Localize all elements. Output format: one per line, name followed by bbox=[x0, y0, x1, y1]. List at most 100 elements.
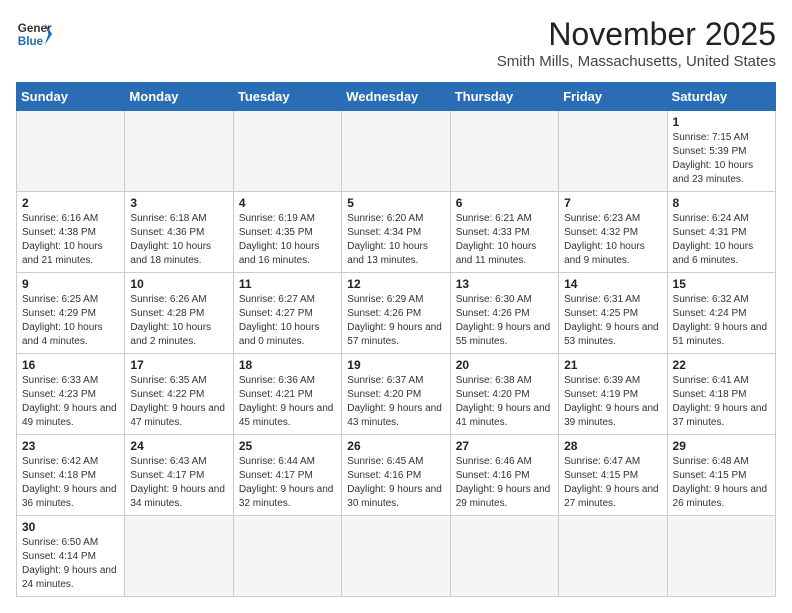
day-number: 16 bbox=[22, 358, 119, 372]
day-info: Sunrise: 7:15 AM Sunset: 5:39 PM Dayligh… bbox=[673, 131, 770, 187]
day-number: 26 bbox=[347, 439, 444, 453]
day-info: Sunrise: 6:25 AM Sunset: 4:29 PM Dayligh… bbox=[22, 293, 119, 349]
day-info: Sunrise: 6:31 AM Sunset: 4:25 PM Dayligh… bbox=[564, 293, 661, 349]
calendar-day-cell bbox=[342, 516, 450, 597]
calendar-day-cell: 26Sunrise: 6:45 AM Sunset: 4:16 PM Dayli… bbox=[342, 435, 450, 516]
day-number: 2 bbox=[22, 196, 119, 210]
day-number: 5 bbox=[347, 196, 444, 210]
calendar-day-cell: 13Sunrise: 6:30 AM Sunset: 4:26 PM Dayli… bbox=[450, 273, 558, 354]
calendar-week-row: 1 Sunrise: 7:15 AM Sunset: 5:39 PM Daylig… bbox=[17, 111, 776, 192]
day-info: Sunrise: 6:23 AM Sunset: 4:32 PM Dayligh… bbox=[564, 212, 661, 268]
day-info: Sunrise: 6:47 AM Sunset: 4:15 PM Dayligh… bbox=[564, 455, 661, 511]
calendar-week-row: 2 Sunrise: 6:16 AM Sunset: 4:38 PM Daylig… bbox=[17, 192, 776, 273]
weekday-header-monday: Monday bbox=[125, 83, 233, 111]
calendar-day-cell bbox=[125, 516, 233, 597]
calendar-day-cell: 28 Sunrise: 6:47 AM Sunset: 4:15 PM Dayli… bbox=[559, 435, 667, 516]
logo-icon: General Blue bbox=[16, 16, 52, 52]
calendar-day-cell bbox=[17, 111, 125, 192]
day-info: Sunrise: 6:35 AM Sunset: 4:22 PM Dayligh… bbox=[130, 374, 227, 430]
day-number: 20 bbox=[456, 358, 553, 372]
calendar-day-cell: 10 Sunrise: 6:26 AM Sunset: 4:28 PM Dayli… bbox=[125, 273, 233, 354]
calendar-day-cell: 11 Sunrise: 6:27 AM Sunset: 4:27 PM Dayli… bbox=[233, 273, 341, 354]
day-info: Sunrise: 6:32 AM Sunset: 4:24 PM Dayligh… bbox=[673, 293, 770, 349]
calendar-day-cell: 7 Sunrise: 6:23 AM Sunset: 4:32 PM Daylig… bbox=[559, 192, 667, 273]
calendar-day-cell bbox=[559, 516, 667, 597]
day-info: Sunrise: 6:27 AM Sunset: 4:27 PM Dayligh… bbox=[239, 293, 336, 349]
calendar-day-cell: 4Sunrise: 6:19 AM Sunset: 4:35 PM Daylig… bbox=[233, 192, 341, 273]
day-number: 7 bbox=[564, 196, 661, 210]
day-number: 9 bbox=[22, 277, 119, 291]
day-info: Sunrise: 6:39 AM Sunset: 4:19 PM Dayligh… bbox=[564, 374, 661, 430]
day-info: Sunrise: 6:16 AM Sunset: 4:38 PM Dayligh… bbox=[22, 212, 119, 268]
calendar-day-cell: 18Sunrise: 6:36 AM Sunset: 4:21 PM Dayli… bbox=[233, 354, 341, 435]
calendar-day-cell bbox=[342, 111, 450, 192]
day-number: 8 bbox=[673, 196, 770, 210]
calendar-day-cell: 24 Sunrise: 6:43 AM Sunset: 4:17 PM Dayli… bbox=[125, 435, 233, 516]
day-info: Sunrise: 6:38 AM Sunset: 4:20 PM Dayligh… bbox=[456, 374, 553, 430]
day-info: Sunrise: 6:24 AM Sunset: 4:31 PM Dayligh… bbox=[673, 212, 770, 268]
day-info: Sunrise: 6:41 AM Sunset: 4:18 PM Dayligh… bbox=[673, 374, 770, 430]
day-number: 28 bbox=[564, 439, 661, 453]
weekday-header-friday: Friday bbox=[559, 83, 667, 111]
day-number: 25 bbox=[239, 439, 336, 453]
calendar-day-cell: 17 Sunrise: 6:35 AM Sunset: 4:22 PM Dayli… bbox=[125, 354, 233, 435]
calendar-day-cell: 5 Sunrise: 6:20 AM Sunset: 4:34 PM Daylig… bbox=[342, 192, 450, 273]
svg-text:Blue: Blue bbox=[18, 35, 44, 48]
calendar-day-cell bbox=[233, 111, 341, 192]
day-info: Sunrise: 6:26 AM Sunset: 4:28 PM Dayligh… bbox=[130, 293, 227, 349]
calendar-day-cell bbox=[450, 111, 558, 192]
day-number: 19 bbox=[347, 358, 444, 372]
day-info: Sunrise: 6:50 AM Sunset: 4:14 PM Dayligh… bbox=[22, 536, 119, 592]
calendar-day-cell bbox=[125, 111, 233, 192]
weekday-header-row: SundayMondayTuesdayWednesdayThursdayFrid… bbox=[17, 83, 776, 111]
calendar-day-cell: 6 Sunrise: 6:21 AM Sunset: 4:33 PM Daylig… bbox=[450, 192, 558, 273]
day-info: Sunrise: 6:36 AM Sunset: 4:21 PM Dayligh… bbox=[239, 374, 336, 430]
calendar-day-cell: 21Sunrise: 6:39 AM Sunset: 4:19 PM Dayli… bbox=[559, 354, 667, 435]
day-info: Sunrise: 6:20 AM Sunset: 4:34 PM Dayligh… bbox=[347, 212, 444, 268]
day-number: 27 bbox=[456, 439, 553, 453]
calendar-day-cell: 12Sunrise: 6:29 AM Sunset: 4:26 PM Dayli… bbox=[342, 273, 450, 354]
calendar-table: SundayMondayTuesdayWednesdayThursdayFrid… bbox=[16, 82, 776, 597]
day-number: 15 bbox=[673, 277, 770, 291]
logo: General Blue bbox=[16, 16, 52, 52]
page-header: General Blue November 2025 Smith Mills, … bbox=[16, 16, 776, 70]
day-info: Sunrise: 6:19 AM Sunset: 4:35 PM Dayligh… bbox=[239, 212, 336, 268]
weekday-header-thursday: Thursday bbox=[450, 83, 558, 111]
calendar-week-row: 30 Sunrise: 6:50 AM Sunset: 4:14 PM Dayli… bbox=[17, 516, 776, 597]
calendar-day-cell: 9 Sunrise: 6:25 AM Sunset: 4:29 PM Daylig… bbox=[17, 273, 125, 354]
calendar-day-cell bbox=[559, 111, 667, 192]
day-info: Sunrise: 6:33 AM Sunset: 4:23 PM Dayligh… bbox=[22, 374, 119, 430]
weekday-header-wednesday: Wednesday bbox=[342, 83, 450, 111]
day-number: 11 bbox=[239, 277, 336, 291]
day-number: 13 bbox=[456, 277, 553, 291]
month-title: November 2025 bbox=[497, 16, 776, 53]
weekday-header-saturday: Saturday bbox=[667, 83, 775, 111]
day-info: Sunrise: 6:48 AM Sunset: 4:15 PM Dayligh… bbox=[673, 455, 770, 511]
day-number: 24 bbox=[130, 439, 227, 453]
day-number: 12 bbox=[347, 277, 444, 291]
day-number: 30 bbox=[22, 520, 119, 534]
calendar-day-cell: 30 Sunrise: 6:50 AM Sunset: 4:14 PM Dayli… bbox=[17, 516, 125, 597]
calendar-day-cell: 16 Sunrise: 6:33 AM Sunset: 4:23 PM Dayli… bbox=[17, 354, 125, 435]
calendar-week-row: 23Sunrise: 6:42 AM Sunset: 4:18 PM Dayli… bbox=[17, 435, 776, 516]
calendar-day-cell: 20 Sunrise: 6:38 AM Sunset: 4:20 PM Dayli… bbox=[450, 354, 558, 435]
day-number: 1 bbox=[673, 115, 770, 129]
calendar-week-row: 9 Sunrise: 6:25 AM Sunset: 4:29 PM Daylig… bbox=[17, 273, 776, 354]
calendar-day-cell: 14Sunrise: 6:31 AM Sunset: 4:25 PM Dayli… bbox=[559, 273, 667, 354]
day-number: 22 bbox=[673, 358, 770, 372]
weekday-header-sunday: Sunday bbox=[17, 83, 125, 111]
day-info: Sunrise: 6:43 AM Sunset: 4:17 PM Dayligh… bbox=[130, 455, 227, 511]
day-number: 3 bbox=[130, 196, 227, 210]
day-info: Sunrise: 6:18 AM Sunset: 4:36 PM Dayligh… bbox=[130, 212, 227, 268]
calendar-day-cell: 2 Sunrise: 6:16 AM Sunset: 4:38 PM Daylig… bbox=[17, 192, 125, 273]
day-number: 10 bbox=[130, 277, 227, 291]
day-number: 6 bbox=[456, 196, 553, 210]
day-info: Sunrise: 6:44 AM Sunset: 4:17 PM Dayligh… bbox=[239, 455, 336, 511]
calendar-day-cell: 3 Sunrise: 6:18 AM Sunset: 4:36 PM Daylig… bbox=[125, 192, 233, 273]
day-number: 17 bbox=[130, 358, 227, 372]
day-info: Sunrise: 6:21 AM Sunset: 4:33 PM Dayligh… bbox=[456, 212, 553, 268]
calendar-day-cell: 19 Sunrise: 6:37 AM Sunset: 4:20 PM Dayli… bbox=[342, 354, 450, 435]
day-info: Sunrise: 6:37 AM Sunset: 4:20 PM Dayligh… bbox=[347, 374, 444, 430]
calendar-week-row: 16 Sunrise: 6:33 AM Sunset: 4:23 PM Dayli… bbox=[17, 354, 776, 435]
calendar-day-cell bbox=[667, 516, 775, 597]
